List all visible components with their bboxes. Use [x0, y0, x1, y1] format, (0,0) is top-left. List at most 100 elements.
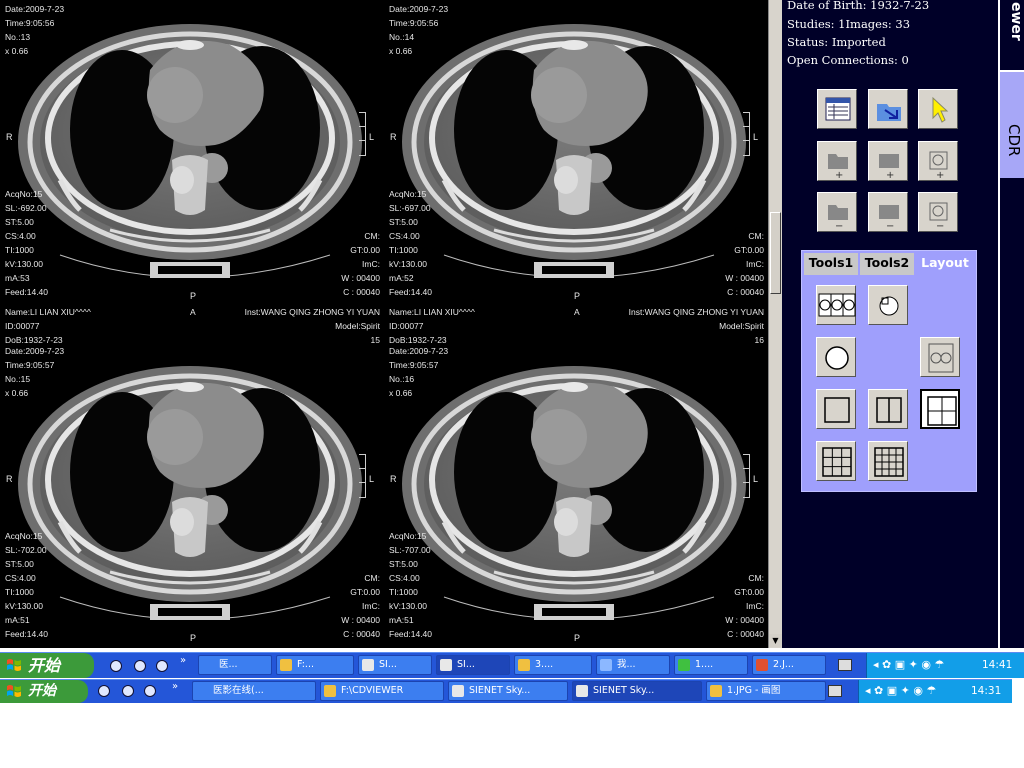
overlay-imc: ImC: — [746, 259, 764, 269]
viewport-3[interactable]: Name:LI LIAN XIU^^^^Date:2009-7-23Time:9… — [0, 342, 384, 648]
taskbar-item[interactable]: 医... — [198, 655, 272, 675]
overlay-cm: CM: — [364, 573, 380, 583]
institution: Inst:WANG QING ZHONG YI YUAN — [244, 307, 380, 317]
overlay-gt: GT:0.00 — [734, 245, 764, 255]
remove-series-button[interactable]: − — [868, 192, 908, 232]
overlay-sl: SL:-702.00 — [5, 545, 47, 555]
taskbar-item[interactable]: SIENET Sky... — [448, 681, 568, 701]
start-button-2[interactable]: 开始 — [0, 680, 88, 703]
layout-head-small-button[interactable] — [868, 285, 908, 325]
pointer-button[interactable] — [918, 89, 958, 129]
overlay-acqno: AcqNo:15 — [5, 189, 43, 199]
layout-4x4-button[interactable] — [868, 441, 908, 481]
system-tray-2: ◂ ✿ ▣ ✦ ◉ ☂ 14:31 — [858, 680, 1012, 703]
quicklaunch-media-icon[interactable] — [156, 660, 168, 672]
viewport-1[interactable]: Date:2009-7-23 Time:9:05:56 No.:13 x 0.66 Ac… — [0, 0, 384, 324]
viewer-scrollbar[interactable]: ▼ — [768, 0, 782, 648]
taskbar-item[interactable]: 2.J... — [752, 655, 826, 675]
taskbar-item[interactable]: F:\CDVIEWER — [320, 681, 444, 701]
overlay-kv: kV:130.00 — [389, 259, 427, 269]
app-icon — [756, 659, 768, 671]
clock[interactable]: 14:41 — [982, 659, 1012, 671]
taskbar-item[interactable]: SI... — [436, 655, 510, 675]
studies-images-count: Studies: 1Images: 33 — [787, 17, 911, 31]
ct-scan-image — [402, 366, 746, 620]
keyboard-icon[interactable] — [828, 685, 842, 697]
taskbar-item[interactable]: 3.... — [514, 655, 592, 675]
overlay-feed: Feed:14.40 — [389, 629, 433, 639]
layout-2x2-button[interactable] — [920, 389, 960, 429]
svg-text:−: − — [936, 221, 944, 229]
quicklaunch-more-icon[interactable]: » — [180, 655, 186, 666]
overlay-ti: TI:1000 — [5, 587, 34, 597]
start-label: 开始 — [28, 656, 61, 675]
taskbar-item[interactable]: 医影在线(... — [192, 681, 316, 701]
scroll-down-arrow[interactable]: ▼ — [769, 634, 782, 647]
overlay-imc: ImC: — [362, 259, 380, 269]
layout-1x1-button[interactable] — [816, 389, 856, 429]
taskbar-item[interactable]: 我... — [596, 655, 670, 675]
viewport-2[interactable]: Date:2009-7-23 Time:9:05:56 No.:14 x 0.66 Ac… — [384, 0, 768, 324]
scale-ruler — [740, 112, 750, 156]
patient-id: ID:00077 — [389, 321, 424, 331]
orientation-right-marker: R — [6, 474, 13, 484]
layout-compare-heads-button[interactable] — [816, 285, 856, 325]
add-folder-button[interactable]: + — [817, 141, 857, 181]
taskbar-item[interactable]: 1.JPG - 画图 — [706, 681, 826, 701]
quicklaunch-more-icon[interactable]: » — [172, 681, 178, 692]
remove-image-button[interactable]: − — [918, 192, 958, 232]
overlay-feed: Feed:14.40 — [5, 629, 49, 639]
image-viewer[interactable]: Date:2009-7-23 Time:9:05:56 No.:13 x 0.66 Ac… — [0, 0, 768, 648]
tab-tools2[interactable]: Tools2 — [860, 253, 914, 275]
overlay-cs: CS:4.00 — [5, 231, 36, 241]
overlay-kv: kV:130.00 — [5, 259, 43, 269]
quicklaunch-media-icon[interactable] — [144, 685, 156, 697]
quicklaunch-desktop-icon[interactable] — [134, 660, 146, 672]
patient-name: Name:LI LIAN XIU^^^^ — [5, 307, 91, 317]
overlay-zoom: x 0.66 — [389, 388, 413, 398]
quicklaunch-ie-icon[interactable] — [110, 660, 122, 672]
tab-tools1[interactable]: Tools1 — [804, 253, 858, 275]
quicklaunch-desktop-icon[interactable] — [122, 685, 134, 697]
tab-cdr[interactable]: CDR — [1000, 70, 1024, 178]
overlay-w: W : 00400 — [341, 615, 380, 625]
add-series-button[interactable]: + — [868, 141, 908, 181]
remove-folder-button[interactable]: − — [817, 192, 857, 232]
add-folder-icon: + — [828, 154, 848, 178]
layout-head-single-button[interactable] — [816, 337, 856, 377]
tray-icons[interactable]: ◂ ✿ ▣ ✦ ◉ ☂ — [873, 658, 944, 671]
taskbar-item[interactable]: SI... — [358, 655, 432, 675]
taskbar-item[interactable]: F:... — [276, 655, 354, 675]
open-folder-button[interactable] — [868, 89, 908, 129]
layout-head-double-button[interactable] — [920, 337, 960, 377]
windows-flag-icon — [7, 659, 21, 671]
app-icon — [518, 659, 530, 671]
overlay-zoom: x 0.66 — [389, 46, 413, 56]
tab-layout[interactable]: Layout — [916, 253, 974, 275]
scroll-thumb[interactable] — [770, 212, 781, 294]
overlay-no: No.:13 — [5, 32, 31, 42]
app-icon — [280, 659, 292, 671]
quicklaunch-ie-icon[interactable] — [98, 685, 110, 697]
add-image-button[interactable]: + — [918, 141, 958, 181]
overlay-ma: mA:51 — [5, 615, 30, 625]
app-icon — [600, 659, 612, 671]
overlay-ti: TI:1000 — [389, 587, 418, 597]
layout-1x2-icon — [876, 397, 902, 423]
taskbar-item[interactable]: 1.... — [674, 655, 748, 675]
overlay-st: ST:5.00 — [5, 217, 34, 227]
keyboard-icon[interactable] — [838, 659, 852, 671]
layout-3x3-button[interactable] — [816, 441, 856, 481]
viewport-4[interactable]: Name:LI LIAN XIU^^^^Date:2009-7-23Time:9… — [384, 342, 768, 648]
start-button[interactable]: 开始 — [0, 653, 94, 678]
layout-1x2-button[interactable] — [868, 389, 908, 429]
overlay-feed: Feed:14.40 — [5, 287, 49, 297]
overlay-gt: GT:0.00 — [734, 587, 764, 597]
svg-text:+: + — [886, 170, 894, 178]
clock[interactable]: 14:31 — [971, 685, 1001, 697]
table-button[interactable] — [817, 89, 857, 129]
taskbar-item[interactable]: SIENET Sky... — [572, 681, 702, 701]
tray-icons[interactable]: ◂ ✿ ▣ ✦ ◉ ☂ — [865, 684, 936, 697]
overlay-sl: SL:-697.00 — [389, 203, 431, 213]
overlay-c: C : 00040 — [727, 629, 764, 639]
